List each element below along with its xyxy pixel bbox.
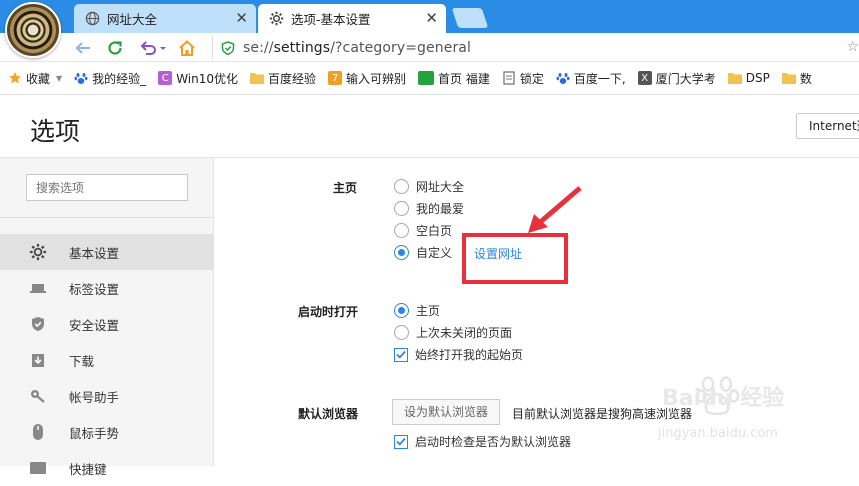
key-icon [29,387,47,405]
sidebar-item-label: 基本设置 [69,245,120,261]
sidebar-nav: 基本设置 标签设置 安全设置 下载 帐号助手 鼠标手势 快捷键 [0,234,214,486]
bookmark-folder[interactable]: 数 [776,70,818,87]
sidebar-item-mouse-gesture[interactable]: 鼠标手势 [0,414,214,450]
tab-icon [29,279,47,297]
radio-button[interactable] [394,201,409,216]
tab-label: 选项-基本设置 [291,12,371,27]
folder-icon [727,71,742,85]
home-icon[interactable] [176,37,198,59]
page-icon [502,71,516,85]
undo-icon[interactable] [138,37,168,59]
bookmark-item[interactable]: C Win10优化 [152,70,244,87]
url-text: se://settings/?category=general [243,39,471,56]
tab-bar: 网址大全 ✕ 选项-基本设置 ✕ [0,0,859,33]
mouse-icon [29,423,47,441]
check-default-on-startup-checkbox[interactable]: 启动时检查是否为默认浏览器 [394,433,571,450]
sidebar-item-shortcuts[interactable]: 快捷键 [0,450,214,486]
checkmark-icon[interactable] [394,347,408,362]
internet-options-button[interactable]: Internet选 [796,113,859,139]
bookmark-item[interactable]: 锁定 [496,70,550,87]
sidebar-item-label: 安全设置 [69,317,120,333]
gear-icon [29,243,47,261]
search-options-input[interactable] [26,174,188,201]
tab-label: 网址大全 [107,12,158,27]
secure-shield-icon [221,40,235,55]
new-tab-button[interactable] [451,8,489,28]
tab-url-directory[interactable]: 网址大全 ✕ [74,4,256,33]
annotation-highlight-box [462,233,568,284]
bookmark-item[interactable]: 我的经验_ [68,70,152,87]
baidu-watermark: Baidu 经验 jingyan.baidu.com [640,372,840,464]
radio-button[interactable] [394,325,409,340]
divider [0,217,214,218]
bookmark-folder[interactable]: 百度经验 [244,70,322,87]
baidu-paw-icon [556,71,570,85]
bookmark-star-icon[interactable]: ☆ [846,39,859,55]
radio-button[interactable] [394,303,409,318]
close-icon[interactable]: ✕ [235,10,248,26]
sidebar-item-security[interactable]: 安全设置 [0,306,214,342]
shield-check-icon [29,315,47,333]
bookmarks-bar: 收藏 ▼ 我的经验_ C Win10优化 百度经验 7 输入可辨别 首页 福建 锁… [0,62,859,95]
back-arrow-icon[interactable] [72,37,94,59]
address-bar[interactable]: se://settings/?category=general [212,36,842,59]
bookmark-favorites[interactable]: 收藏 ▼ [0,70,68,87]
page-header: 选项 Internet选 [0,96,859,158]
refresh-icon[interactable] [104,37,126,59]
default-browser-label: 默认浏览器 [298,407,359,421]
sidebar-item-download[interactable]: 下载 [0,342,214,378]
globe-icon [84,11,100,27]
x-letter-icon: X [637,71,652,85]
startup-option-homepage[interactable]: 主页 [394,302,440,319]
baidu-paw-icon [74,71,88,85]
watermark-subtext: jingyan.baidu.com [658,426,778,441]
always-open-start-page-checkbox[interactable]: 始终打开我的起始页 [394,346,523,363]
sidebar-item-label: 帐号助手 [69,389,120,405]
homepage-option-blank[interactable]: 空白页 [394,222,452,239]
green-logo-icon [418,71,435,85]
bookmark-item[interactable]: 百度一下, [550,70,632,87]
radio-button[interactable] [394,179,409,194]
homepage-option-custom[interactable]: 自定义 [394,244,452,261]
navigation-bar: se://settings/?category=general ☆ [0,33,859,62]
seven-icon: 7 [328,71,343,85]
homepage-option-url-directory[interactable]: 网址大全 [394,178,464,195]
close-icon[interactable]: ✕ [425,10,438,26]
radio-button[interactable] [394,223,409,238]
keyboard-icon [29,459,47,477]
folder-icon [250,71,264,85]
annotation-arrow-icon [528,186,582,233]
c-letter-icon: C [158,71,173,85]
gear-icon [268,11,284,27]
watermark-text: Baidu 经验 [662,386,785,411]
sidebar-item-label: 标签设置 [69,281,120,297]
sidebar-item-label: 下载 [69,353,95,369]
sidebar-item-tabs[interactable]: 标签设置 [0,270,214,306]
folder-icon [781,71,796,85]
startup-label: 启动时打开 [298,305,359,319]
chevron-down-icon: ▼ [56,73,63,83]
sidebar: 基本设置 标签设置 安全设置 下载 帐号助手 鼠标手势 快捷键 [0,158,214,477]
bookmark-folder[interactable]: DSP [722,71,776,85]
radio-button[interactable] [394,245,409,260]
download-icon [29,351,47,369]
set-default-browser-button[interactable]: 设为默认浏览器 [392,399,501,425]
startup-option-last-session[interactable]: 上次未关闭的页面 [394,324,512,341]
homepage-option-favorites[interactable]: 我的最爱 [394,200,464,217]
homepage-label: 主页 [333,181,358,195]
page-title: 选项 [30,117,81,146]
bookmark-item[interactable]: 首页 福建 [412,70,496,87]
star-icon [8,71,22,85]
sidebar-item-label: 快捷键 [69,461,107,477]
sidebar-item-label: 鼠标手势 [69,425,120,441]
tab-options-general[interactable]: 选项-基本设置 ✕ [258,4,446,33]
bookmark-item[interactable]: 7 输入可辨别 [322,70,412,87]
bookmark-item[interactable]: X 厦门大学考 [632,70,722,87]
sidebar-item-general[interactable]: 基本设置 [0,234,214,270]
sidebar-item-account[interactable]: 帐号助手 [0,378,214,414]
checkmark-icon[interactable] [394,434,408,449]
avatar[interactable] [5,2,61,58]
